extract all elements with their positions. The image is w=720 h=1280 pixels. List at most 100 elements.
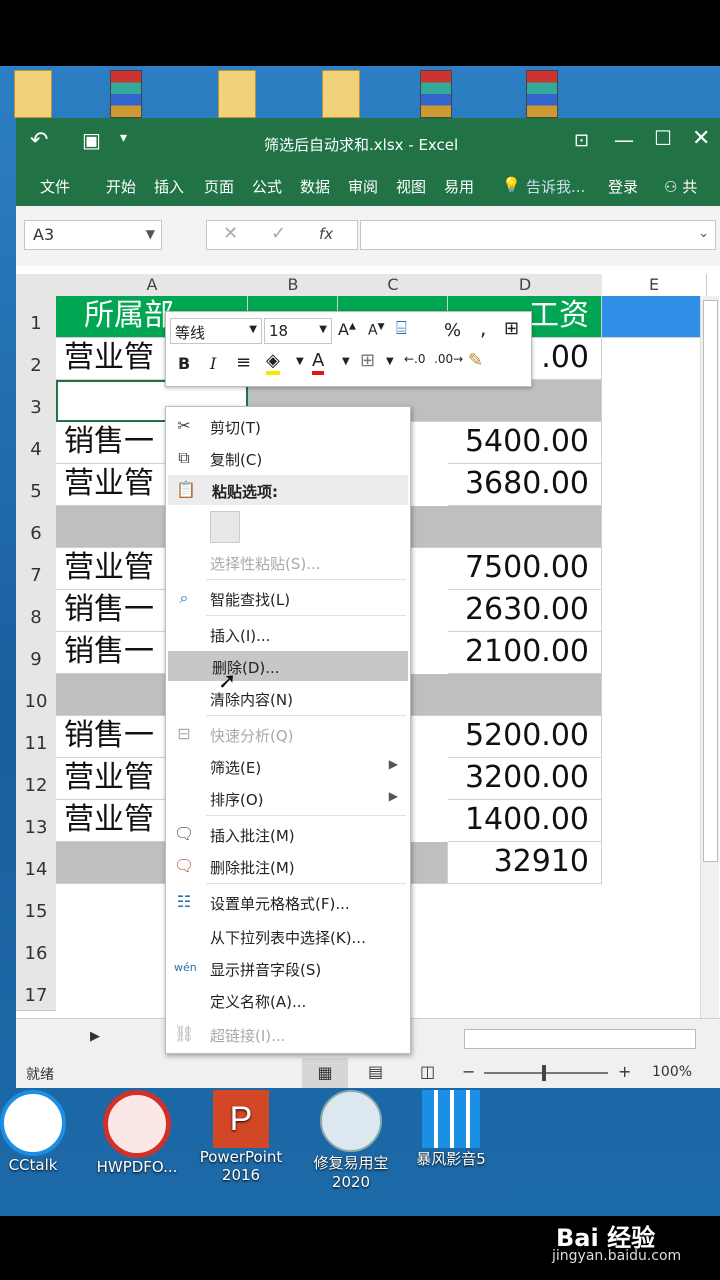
cell-d5[interactable]: 3680.00 <box>448 464 602 506</box>
font-size-box[interactable]: 18 ▼ <box>264 318 332 344</box>
share-button[interactable]: ⚇ 共 <box>664 176 697 197</box>
cell-d9[interactable]: 2100.00 <box>448 632 602 674</box>
page-break-view-icon[interactable]: ◫ <box>420 1062 435 1081</box>
tell-me-box[interactable]: 告诉我... <box>526 176 585 197</box>
folder-icon[interactable] <box>218 70 256 118</box>
cancel-icon[interactable]: ✕ <box>223 223 238 244</box>
scrollbar-thumb[interactable] <box>703 300 718 862</box>
chevron-down-icon[interactable]: ▼ <box>386 356 394 367</box>
align-center-icon[interactable]: ≡ <box>236 352 251 373</box>
cell-d4[interactable]: 5400.00 <box>448 422 602 464</box>
menu-item-delete[interactable]: 删除(D)... <box>168 651 408 681</box>
menu-item-paste-special[interactable]: 选择性粘贴(S)... <box>166 547 410 577</box>
cell-d11[interactable]: 5200.00 <box>448 716 602 758</box>
chevron-down-icon[interactable]: ▼ <box>146 227 155 241</box>
tab-file[interactable]: 文件 <box>40 176 70 197</box>
tab-page-layout[interactable]: 页面 <box>204 176 234 197</box>
chevron-down-icon[interactable]: ▼ <box>249 324 257 335</box>
cell-d12[interactable]: 3200.00 <box>448 758 602 800</box>
menu-item-cut[interactable]: ✂ 剪切(T) <box>166 411 410 441</box>
cell-d7[interactable]: 7500.00 <box>448 548 602 590</box>
decrease-decimal-icon[interactable]: .00→ <box>434 352 463 366</box>
zoom-in-icon[interactable]: + <box>618 1062 631 1081</box>
comma-style-button[interactable]: , <box>480 316 486 340</box>
row-header[interactable]: 7 <box>16 548 56 591</box>
quick-access-dropdown-icon[interactable]: ▾ <box>120 130 127 146</box>
cell-d8[interactable]: 2630.00 <box>448 590 602 632</box>
menu-item-copy[interactable]: ⧉ 复制(C) <box>166 443 410 473</box>
winrar-icon[interactable] <box>110 70 142 118</box>
row-header[interactable]: 13 <box>16 800 56 843</box>
tab-formulas[interactable]: 公式 <box>252 176 282 197</box>
menu-item-define-name[interactable]: 定义名称(A)... <box>166 985 410 1015</box>
folder-icon[interactable] <box>322 70 360 118</box>
desktop-icon-powerpoint[interactable]: P PowerPoint 2016 <box>196 1090 286 1184</box>
row-header[interactable]: 4 <box>16 422 56 465</box>
row-header[interactable]: 6 <box>16 506 56 549</box>
desktop-icon-cctalk[interactable]: CCtalk <box>0 1090 78 1174</box>
row-header[interactable]: 12 <box>16 758 56 801</box>
accounting-format-icon[interactable]: ⌸ <box>396 318 407 339</box>
font-color-icon[interactable]: A <box>312 350 325 375</box>
percent-style-button[interactable]: % <box>444 320 461 341</box>
column-header-e[interactable]: E <box>602 274 707 296</box>
enter-icon[interactable]: ✓ <box>271 223 286 244</box>
expand-formula-icon[interactable]: ⌄ <box>698 226 709 241</box>
chevron-down-icon[interactable]: ▼ <box>319 324 327 335</box>
increase-decimal-icon[interactable]: ←.0 <box>404 352 426 366</box>
zoom-level[interactable]: 100% <box>652 1064 692 1080</box>
row-header[interactable]: 2 <box>16 338 56 381</box>
insert-function-icon[interactable]: fx <box>319 225 333 243</box>
folder-icon[interactable] <box>14 70 52 118</box>
close-icon[interactable]: ✕ <box>692 126 710 151</box>
menu-item-pick-from-list[interactable]: 从下拉列表中选择(K)... <box>166 921 410 951</box>
cell-d14-total[interactable]: 32910 <box>448 842 602 884</box>
formula-input[interactable]: ⌄ <box>360 220 716 250</box>
row-header[interactable]: 16 <box>16 926 56 969</box>
borders-icon[interactable]: ⊞ <box>360 350 375 371</box>
winrar-icon[interactable] <box>526 70 558 118</box>
menu-item-filter[interactable]: 筛选(E) ▶ <box>166 751 410 781</box>
vertical-scrollbar[interactable] <box>700 296 719 1018</box>
next-sheet-icon[interactable]: ▶ <box>90 1029 100 1044</box>
chevron-down-icon[interactable]: ▼ <box>342 356 350 367</box>
row-header[interactable]: 17 <box>16 968 56 1011</box>
ribbon-display-icon[interactable]: ⊡ <box>574 130 589 151</box>
row-header[interactable]: 5 <box>16 464 56 507</box>
cell-d13[interactable]: 1400.00 <box>448 800 602 842</box>
tab-data[interactable]: 数据 <box>300 176 330 197</box>
save-icon[interactable]: ▣ <box>82 128 101 152</box>
row-header[interactable]: 14 <box>16 842 56 885</box>
maximize-icon[interactable]: ☐ <box>654 126 672 150</box>
row-header[interactable]: 10 <box>16 674 56 717</box>
winrar-icon[interactable] <box>420 70 452 118</box>
fill-color-icon[interactable]: ◈ <box>266 350 280 375</box>
undo-icon[interactable]: ↶ <box>30 128 48 153</box>
cell-e1[interactable] <box>602 296 706 338</box>
login-link[interactable]: 登录 <box>608 176 638 197</box>
decrease-font-icon[interactable]: A▼ <box>368 322 385 339</box>
normal-view-icon[interactable]: ▦ <box>302 1058 348 1088</box>
increase-font-icon[interactable]: A▲ <box>338 320 356 339</box>
page-layout-view-icon[interactable]: ▤ <box>368 1062 383 1081</box>
row-header[interactable]: 15 <box>16 884 56 927</box>
row-header[interactable]: 8 <box>16 590 56 633</box>
tab-home[interactable]: 开始 <box>106 176 136 197</box>
zoom-slider[interactable] <box>484 1065 608 1081</box>
tab-insert[interactable]: 插入 <box>154 176 184 197</box>
format-painter-table-icon[interactable]: ⊞ <box>504 318 519 339</box>
menu-item-format-cells[interactable]: ☷ 设置单元格格式(F)... <box>166 887 410 917</box>
row-header[interactable]: 1 <box>16 296 56 339</box>
horizontal-scrollbar[interactable] <box>464 1029 696 1049</box>
tab-ease[interactable]: 易用 <box>444 176 474 197</box>
row-header[interactable]: 9 <box>16 632 56 675</box>
desktop-icon-baofeng[interactable]: 暴风影音5 <box>406 1090 496 1169</box>
column-header-a[interactable]: A <box>56 274 249 296</box>
menu-item-clear-contents[interactable]: 清除内容(N) <box>166 683 410 713</box>
tab-review[interactable]: 审阅 <box>348 176 378 197</box>
menu-item-insert[interactable]: 插入(I)... <box>166 619 410 649</box>
row-header[interactable]: 11 <box>16 716 56 759</box>
zoom-out-icon[interactable]: − <box>462 1062 475 1081</box>
desktop-icon-repair[interactable]: 修复易用宝 2020 <box>306 1090 396 1191</box>
name-box[interactable]: A3 ▼ <box>24 220 162 250</box>
